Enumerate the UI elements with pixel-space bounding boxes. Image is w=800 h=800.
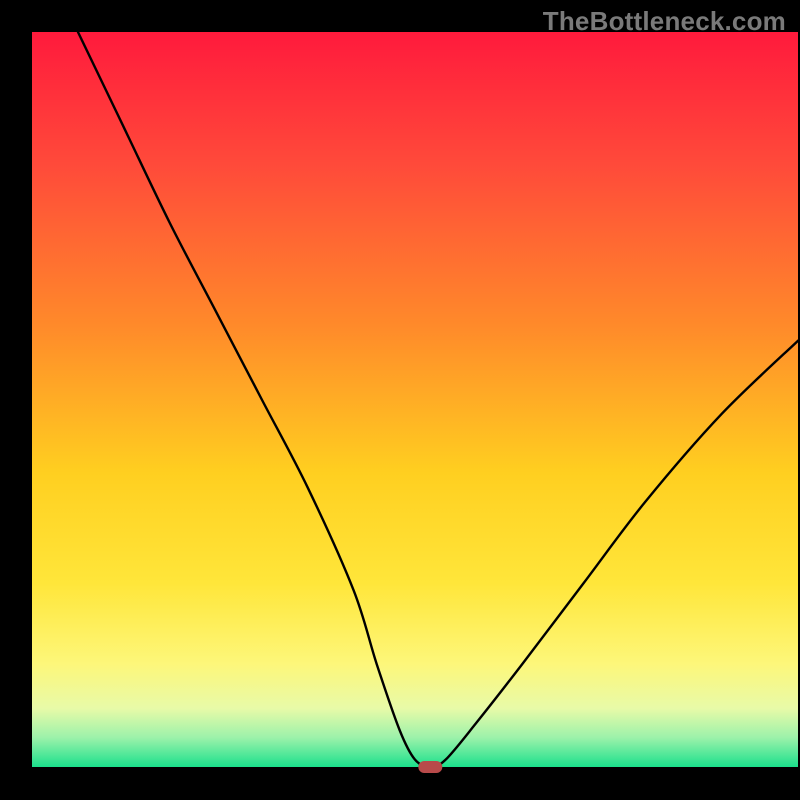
bottleneck-chart: TheBottleneck.com xyxy=(0,0,800,800)
minimum-marker xyxy=(418,761,442,773)
plot-background xyxy=(32,32,798,767)
chart-svg xyxy=(0,0,800,800)
